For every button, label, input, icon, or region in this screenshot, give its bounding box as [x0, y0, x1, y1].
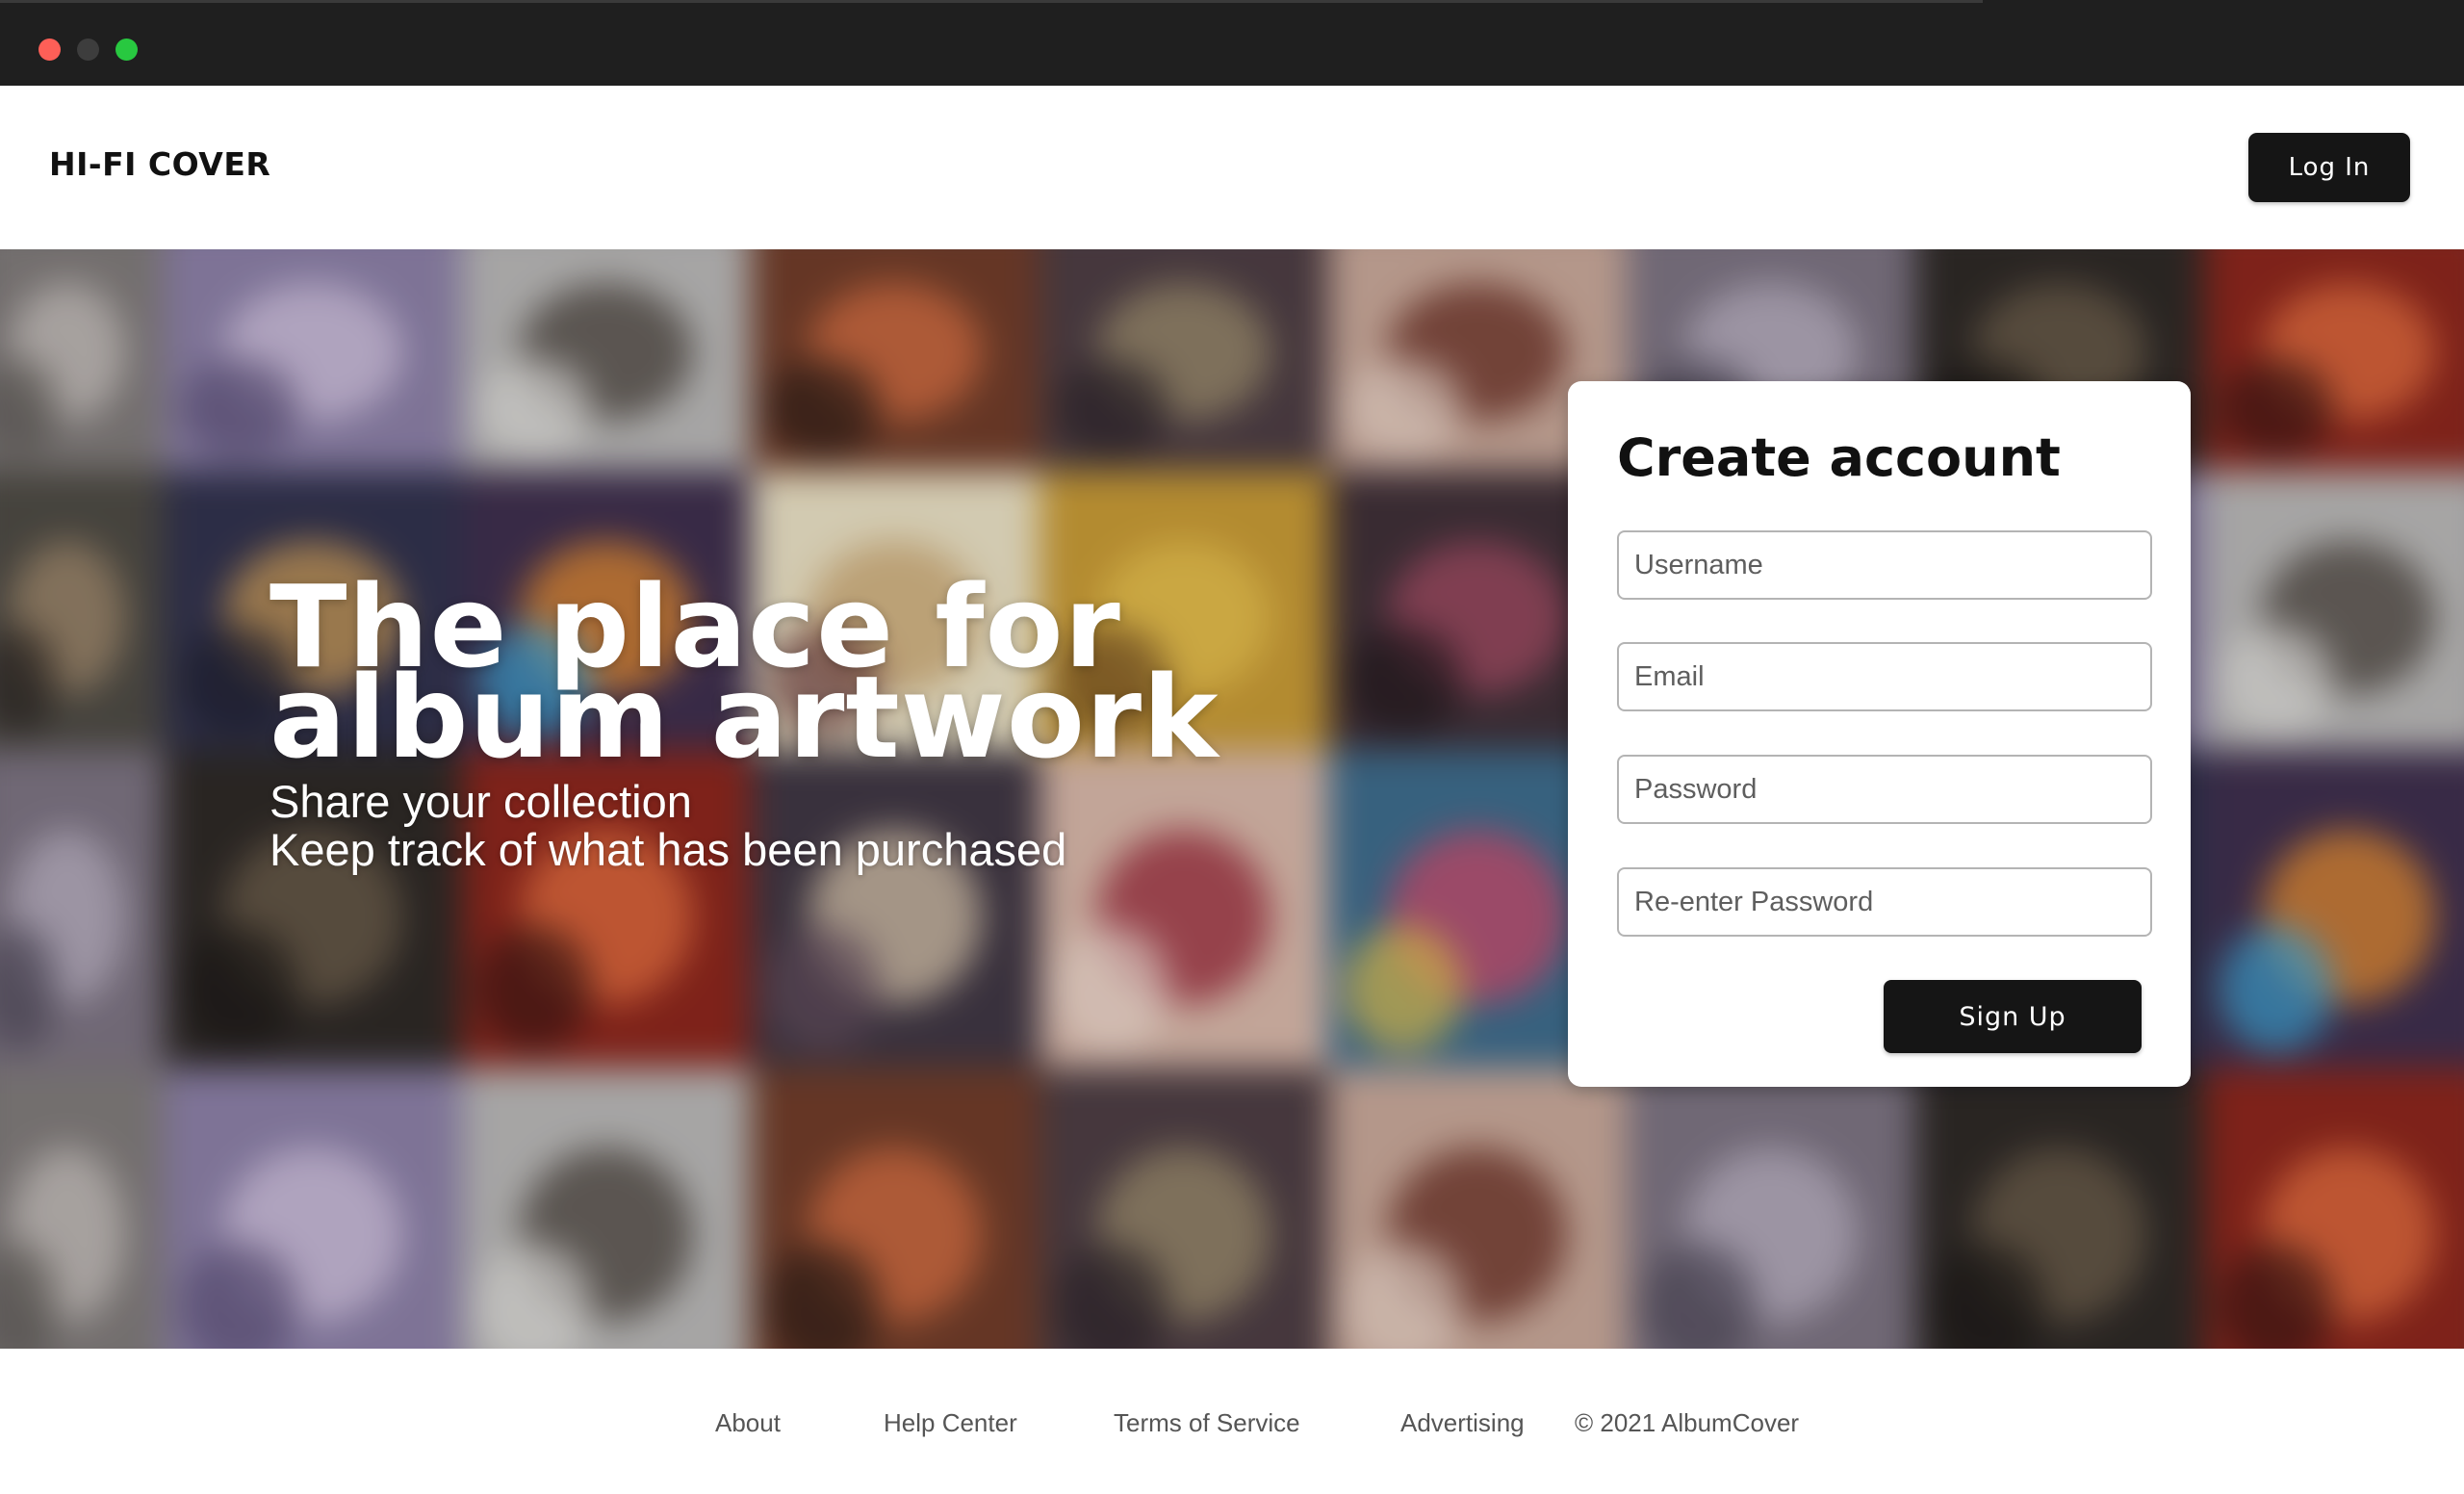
login-button[interactable]: Log In [2248, 133, 2410, 202]
email-input[interactable] [1617, 642, 2152, 711]
hero-subheadline-line-1: Share your collection [270, 776, 692, 827]
footer-copyright: © 2021 AlbumCover [1575, 1408, 1800, 1437]
footer-link-terms[interactable]: Terms of Service [1114, 1408, 1300, 1438]
hero-copy: The place for album artwork Share your c… [270, 570, 1219, 874]
hero-subheadline: Share your collection Keep track of what… [270, 778, 1219, 874]
site-footer: About Help Center Terms of Service Adver… [0, 1349, 2464, 1494]
password-input[interactable] [1617, 755, 2152, 824]
hero-headline-line-2: album artwork [270, 651, 1219, 784]
minimize-window-icon[interactable] [77, 39, 99, 61]
hero-section: The place for album artwork Share your c… [0, 249, 2464, 1349]
maximize-window-icon[interactable] [116, 39, 138, 61]
footer-link-help-center[interactable]: Help Center [884, 1408, 1017, 1438]
close-window-icon[interactable] [38, 39, 61, 61]
signup-button[interactable]: Sign Up [1884, 980, 2142, 1053]
window-titlebar [0, 0, 2464, 86]
brand-logo[interactable]: HI-FI COVER [49, 145, 270, 183]
reenter-password-input[interactable] [1617, 867, 2152, 937]
username-input[interactable] [1617, 530, 2152, 600]
signup-title: Create account [1617, 427, 2061, 488]
site-header: HI-FI COVER Log In [0, 86, 2464, 249]
footer-link-about[interactable]: About [715, 1408, 781, 1438]
page-load-indicator [0, 0, 1983, 3]
footer-link-advertising[interactable]: Advertising [1400, 1408, 1525, 1438]
hero-subheadline-line-2: Keep track of what has been purchased [270, 824, 1067, 875]
signup-card: Create account Sign Up [1568, 381, 2191, 1087]
hero-headline: The place for album artwork [270, 570, 1219, 784]
